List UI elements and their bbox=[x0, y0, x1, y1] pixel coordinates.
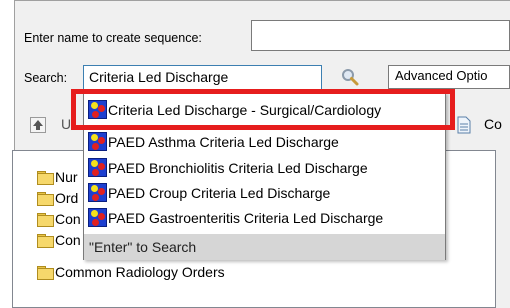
folder-icon bbox=[37, 213, 54, 227]
tree-item[interactable]: Con bbox=[37, 209, 81, 229]
suggestion-item[interactable]: PAED Gastroenteritis Criteria Led Discha… bbox=[88, 206, 383, 229]
suggestion-label: PAED Bronchiolitis Criteria Led Discharg… bbox=[108, 159, 368, 176]
enter-to-search-hint[interactable]: "Enter" to Search bbox=[84, 234, 445, 260]
advanced-options-dropdown[interactable]: Advanced Optio bbox=[388, 65, 510, 89]
suggestion-item[interactable]: PAED Asthma Criteria Led Discharge bbox=[88, 130, 339, 153]
tree-item[interactable]: Nur bbox=[37, 167, 78, 187]
tree-item-label: Con bbox=[55, 232, 81, 248]
up-button-label[interactable]: U bbox=[61, 116, 71, 132]
suggestion-item[interactable]: PAED Bronchiolitis Criteria Led Discharg… bbox=[88, 156, 368, 179]
search-input[interactable]: Criteria Led Discharge bbox=[83, 65, 322, 90]
tree-item-label: Nur bbox=[55, 169, 78, 185]
tree-item[interactable]: Common Radiology Orders bbox=[37, 262, 225, 282]
tree-item[interactable]: Con bbox=[37, 230, 81, 250]
suggestion-label: PAED Croup Criteria Led Discharge bbox=[108, 184, 331, 201]
sequence-icon bbox=[88, 183, 107, 202]
search-icon[interactable] bbox=[340, 67, 360, 87]
tree-item-label: Con bbox=[55, 211, 81, 227]
sequence-name-input[interactable] bbox=[251, 20, 510, 51]
up-arrow-icon[interactable] bbox=[30, 117, 46, 133]
tree-item-label: Ord bbox=[55, 190, 79, 206]
suggestion-label: PAED Asthma Criteria Led Discharge bbox=[108, 133, 339, 150]
folder-icon bbox=[37, 234, 54, 248]
sequence-icon bbox=[88, 132, 107, 151]
document-icon[interactable] bbox=[456, 116, 472, 134]
folder-icon bbox=[37, 171, 54, 185]
suggestion-label: PAED Gastroenteritis Criteria Led Discha… bbox=[108, 209, 384, 226]
sequence-icon bbox=[88, 208, 107, 227]
search-label: Search: bbox=[24, 71, 68, 85]
sequence-icon bbox=[88, 158, 107, 177]
tree-item-label: Common Radiology Orders bbox=[55, 264, 225, 280]
highlight-box bbox=[71, 89, 455, 130]
folder-icon bbox=[37, 192, 54, 206]
suggestion-item[interactable]: PAED Croup Criteria Led Discharge bbox=[88, 181, 330, 204]
sequence-name-label: Enter name to create sequence: bbox=[24, 31, 202, 45]
copy-button-label[interactable]: Co bbox=[484, 116, 502, 132]
tree-item[interactable]: Ord bbox=[37, 188, 78, 208]
folder-icon bbox=[37, 266, 54, 280]
